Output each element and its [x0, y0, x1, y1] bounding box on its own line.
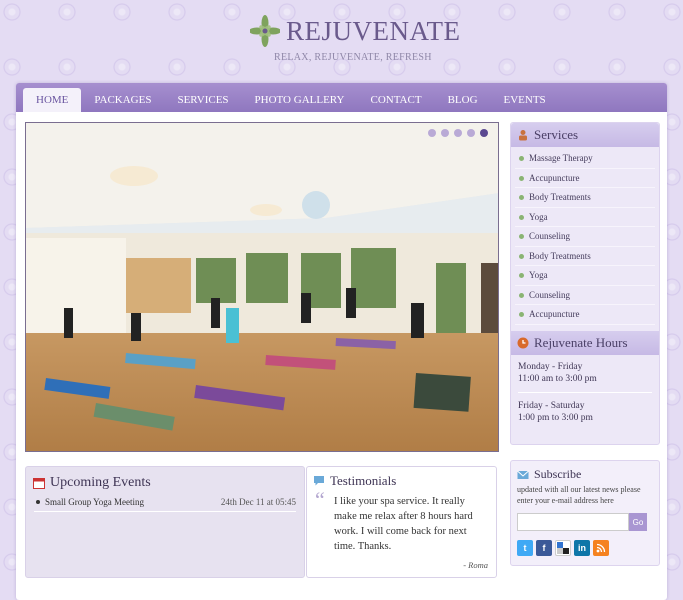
- weekday-days: Monday - Friday: [518, 361, 583, 372]
- testimonials-panel: Testimonials “ I like your spa service. …: [306, 466, 497, 578]
- subscribe-form: Go: [517, 513, 659, 531]
- site-tagline: RELAX, REJUVENATE, REFRESH: [274, 52, 432, 63]
- bullet-icon: [36, 500, 40, 504]
- service-item[interactable]: Body Treatments: [515, 188, 655, 208]
- site-name: REJUVENATE: [286, 15, 461, 46]
- calendar-icon: [33, 478, 45, 489]
- slider-dot-active[interactable]: [480, 129, 488, 137]
- upcoming-events-panel: Upcoming Events Small Group Yoga Meeting…: [25, 466, 305, 578]
- lotus-logo-icon: [250, 15, 280, 47]
- services-list: Massage Therapy Accupuncture Body Treatm…: [511, 147, 659, 325]
- weekend-time: 1:00 pm to 3:00 pm: [518, 412, 593, 423]
- yoga-class-photo: [26, 123, 498, 451]
- events-title: Upcoming Events: [50, 475, 151, 490]
- nav-blog[interactable]: BLOG: [435, 88, 491, 112]
- quote-mark-icon: “: [315, 487, 325, 512]
- main-nav: HOME PACKAGES SERVICES PHOTO GALLERY CON…: [16, 83, 667, 112]
- nav-home[interactable]: HOME: [23, 88, 82, 112]
- nav-packages[interactable]: PACKAGES: [81, 88, 164, 112]
- service-item[interactable]: Yoga: [515, 266, 655, 286]
- hours-content: Monday - Friday 11:00 am to 3:00 pm Frid…: [511, 355, 659, 430]
- service-item[interactable]: Massage Therapy: [515, 149, 655, 169]
- testimonial-quote: “ I like your spa service. It really mak…: [307, 489, 496, 554]
- services-header: Services: [511, 123, 659, 147]
- event-item[interactable]: Small Group Yoga Meeting 24th Dec 11 at …: [34, 497, 296, 512]
- testimonial-text: I like your spa service. It really make …: [334, 496, 473, 552]
- rss-icon[interactable]: [593, 540, 609, 556]
- service-item[interactable]: Accupuncture: [515, 169, 655, 188]
- event-date: 24th Dec 11 at 05:45: [220, 497, 296, 507]
- service-item[interactable]: Yoga: [515, 208, 655, 227]
- hours-title: Rejuvenate Hours: [534, 334, 628, 350]
- divider: [518, 391, 652, 393]
- subscribe-go-button[interactable]: Go: [629, 513, 647, 531]
- facebook-icon[interactable]: f: [536, 540, 552, 556]
- delicious-icon[interactable]: [555, 540, 571, 556]
- speech-bubble-icon: [314, 476, 324, 486]
- slider-dot[interactable]: [428, 129, 436, 137]
- testimonials-title: Testimonials: [330, 473, 397, 488]
- service-item[interactable]: Counseling: [515, 286, 655, 305]
- events-header: Upcoming Events: [26, 467, 304, 491]
- weekend-days: Friday - Saturday: [518, 400, 585, 411]
- nav-events[interactable]: EVENTS: [491, 88, 559, 112]
- twitter-icon[interactable]: t: [517, 540, 533, 556]
- services-panel: Services Massage Therapy Accupuncture Bo…: [510, 122, 660, 445]
- hero-slider[interactable]: [25, 122, 499, 452]
- subscribe-header: Subscribe: [511, 461, 659, 482]
- slider-dot[interactable]: [454, 129, 462, 137]
- main-container: HOME PACKAGES SERVICES PHOTO GALLERY CON…: [16, 83, 667, 600]
- event-name: Small Group Yoga Meeting: [45, 497, 144, 507]
- slider-dots: [428, 129, 488, 137]
- nav-contact[interactable]: CONTACT: [357, 88, 434, 112]
- services-title: Services: [534, 127, 579, 142]
- slider-dot[interactable]: [467, 129, 475, 137]
- email-input[interactable]: [517, 513, 629, 531]
- service-item[interactable]: Body Treatments: [515, 247, 655, 266]
- service-item[interactable]: Accupuncture: [515, 305, 655, 325]
- clock-icon: [517, 337, 529, 348]
- subscribe-title: Subscribe: [534, 467, 582, 481]
- subscribe-description: updated with all our latest news please …: [517, 485, 641, 505]
- testimonials-header: Testimonials: [307, 467, 496, 489]
- hours-header: Rejuvenate Hours: [511, 330, 659, 355]
- linkedin-icon[interactable]: in: [574, 540, 590, 556]
- envelope-icon: [517, 470, 529, 479]
- site-header: REJUVENATE RELAX, REJUVENATE, REFRESH: [0, 0, 683, 82]
- service-item[interactable]: Counseling: [515, 227, 655, 247]
- nav-photo-gallery[interactable]: PHOTO GALLERY: [242, 88, 358, 112]
- subscribe-panel: Subscribe updated with all our latest ne…: [510, 460, 660, 566]
- logo[interactable]: REJUVENATE: [250, 14, 461, 48]
- weekday-time: 11:00 am to 3:00 pm: [518, 373, 597, 384]
- testimonial-author: - Roma: [463, 560, 488, 570]
- social-links: t f in: [517, 540, 659, 556]
- slider-dot[interactable]: [441, 129, 449, 137]
- person-icon: [519, 130, 527, 141]
- nav-services[interactable]: SERVICES: [164, 88, 241, 112]
